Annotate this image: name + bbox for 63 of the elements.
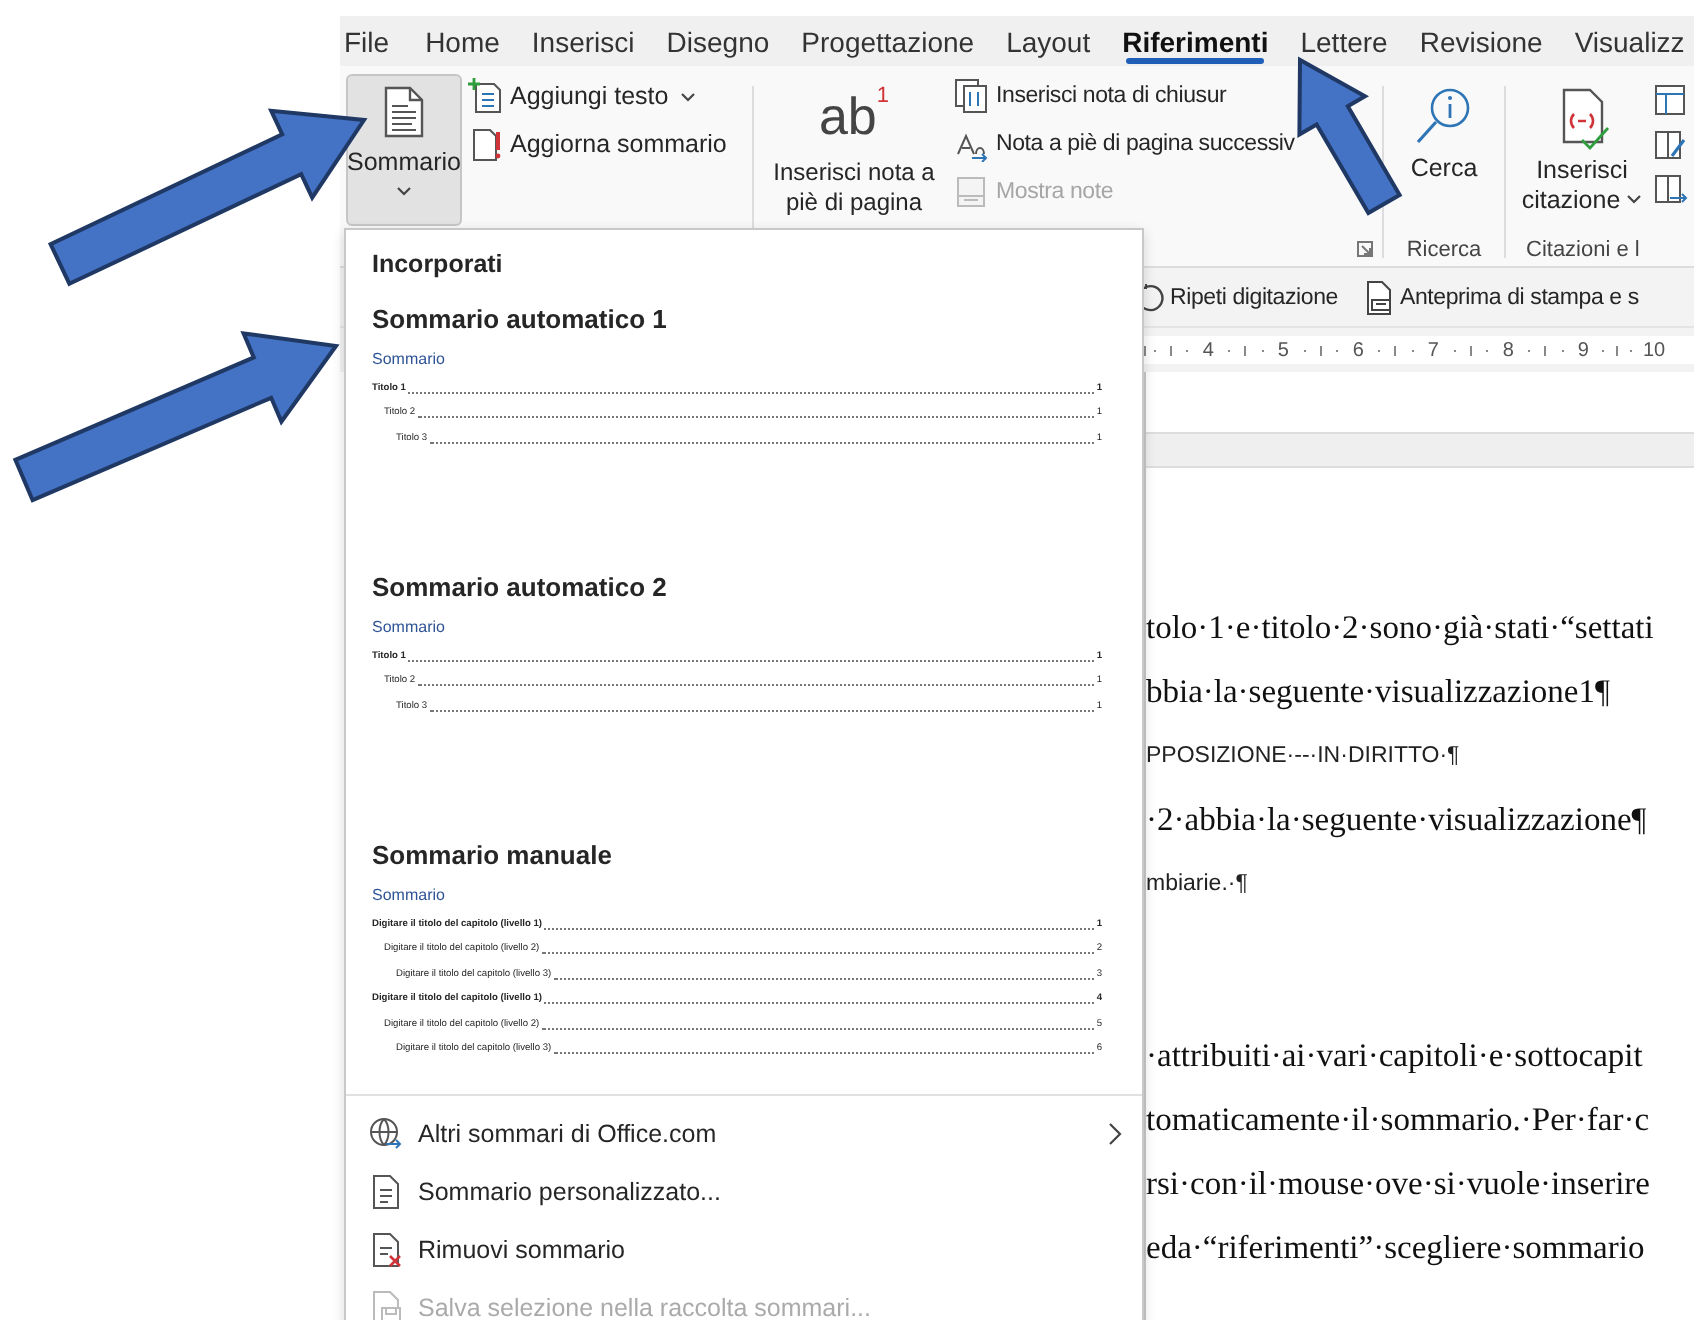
ruler-number: 4: [1202, 339, 1214, 361]
document-remove-icon: [368, 1231, 404, 1267]
update-table-button[interactable]: Aggiorna sommario: [468, 122, 727, 164]
ribbon-tab[interactable]: Progettazione: [785, 16, 991, 66]
ribbon-tab[interactable]: File: [340, 16, 410, 66]
caret-icon: [396, 186, 412, 198]
document-text: mbiarie.·¶: [1146, 870, 1250, 900]
menu-section-title: Incorporati: [370, 248, 505, 282]
dialog-launcher-icon: [1356, 240, 1374, 258]
chevron-right-icon: [1106, 1121, 1122, 1145]
ruler-number: 5: [1277, 339, 1289, 361]
document-alert-icon: [468, 125, 504, 161]
menu-item[interactable]: Altri sommari di Office.com: [346, 1104, 1142, 1162]
book-icon: [1652, 126, 1688, 162]
document-text: rsi·con·il·mouse·ove·si·vuole·inserire: [1146, 1162, 1652, 1206]
menu-item[interactable]: Sommario personalizzato...: [346, 1162, 1142, 1220]
ribbon-tab[interactable]: Riferimenti: [1106, 16, 1285, 66]
ruler-number: 7: [1427, 339, 1439, 361]
ribbon-tab[interactable]: Home: [409, 16, 516, 66]
gallery-item-title: Sommario automatico 1: [372, 302, 669, 338]
preview-heading: Sommario: [372, 886, 447, 906]
globe-icon: [368, 1115, 404, 1151]
ruler-number: 6: [1352, 339, 1364, 361]
search-button[interactable]: Cerca: [1404, 74, 1484, 192]
ribbon-tab[interactable]: Inserisci: [515, 16, 651, 66]
preview-heading: Sommario: [372, 618, 447, 638]
caret-icon: [680, 91, 697, 103]
ribbon-tab[interactable]: Lettere: [1284, 16, 1404, 66]
ribbon-tab[interactable]: Revisione: [1403, 16, 1559, 66]
document-text: ·2·abbia·la·seguente·visualizzazione¶: [1146, 798, 1649, 842]
ribbon-tab[interactable]: Disegno: [650, 16, 786, 66]
ruler-number: 9: [1577, 339, 1589, 361]
document-text: PPOSIZIONE·--·IN·DIRITTO·¶: [1146, 742, 1462, 772]
notes-icon: [954, 173, 990, 209]
table-of-contents-button[interactable]: Sommario: [346, 74, 462, 226]
document-icon: [368, 1173, 404, 1209]
insert-citation-button[interactable]: Inserisci citazione: [1512, 74, 1652, 224]
document-add-icon: [468, 77, 504, 113]
add-text-button[interactable]: Aggiungi testo: [468, 74, 727, 116]
caret-icon: [1626, 194, 1643, 207]
document-text: tolo·1·e·titolo·2·sono·già·stati·“settati: [1146, 606, 1656, 650]
ribbon-tab[interactable]: Layout: [990, 16, 1107, 66]
menu-item[interactable]: Rimuovi sommario: [346, 1220, 1142, 1278]
document-icon: [380, 86, 428, 142]
gallery-item-title: Sommario manuale: [372, 838, 614, 874]
group-label: Citazioni e l: [1526, 238, 1642, 262]
next-footnote-button[interactable]: Nota a piè di pagina successiv: [954, 122, 1295, 164]
document-text: eda·“riferimenti”·scegliere·sommario: [1146, 1226, 1647, 1270]
ruler-number: 10: [1642, 339, 1666, 361]
table-icon: [1652, 82, 1688, 118]
print-preview-button[interactable]: Anteprima di stampa e s: [1361, 279, 1639, 315]
endnote-icon: [954, 77, 990, 113]
gallery-item-title: Sommario automatico 2: [372, 570, 669, 606]
endnote-button[interactable]: Inserisci nota di chiusur: [954, 74, 1295, 116]
preview-heading: Sommario: [372, 350, 447, 370]
ribbon-tab[interactable]: Visualizz: [1558, 16, 1694, 66]
document-text: ·attribuiti·ai·vari·capitoli·e·sottocapit: [1146, 1034, 1645, 1078]
print-preview-icon: [1361, 279, 1394, 315]
document-text: bbia·la·seguente·visualizzazione1¶: [1146, 670, 1612, 714]
ruler-number: 8: [1502, 339, 1514, 361]
book-icon: [1652, 170, 1688, 206]
group-label: Ricerca: [1404, 238, 1484, 262]
document-text: tomaticamente·il·sommario.·Per·far·c: [1146, 1098, 1652, 1142]
